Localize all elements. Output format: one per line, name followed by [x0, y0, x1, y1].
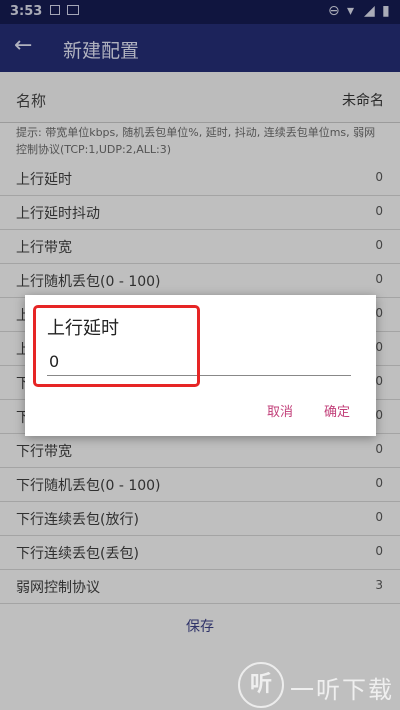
confirm-button[interactable]: 确定	[324, 401, 350, 420]
highlight-box	[33, 305, 200, 387]
cancel-button[interactable]: 取消	[267, 401, 293, 420]
watermark: 听 一听下载	[238, 662, 400, 710]
watermark-logo-icon: 听	[238, 662, 284, 708]
watermark-text: 一听下载	[290, 676, 394, 704]
